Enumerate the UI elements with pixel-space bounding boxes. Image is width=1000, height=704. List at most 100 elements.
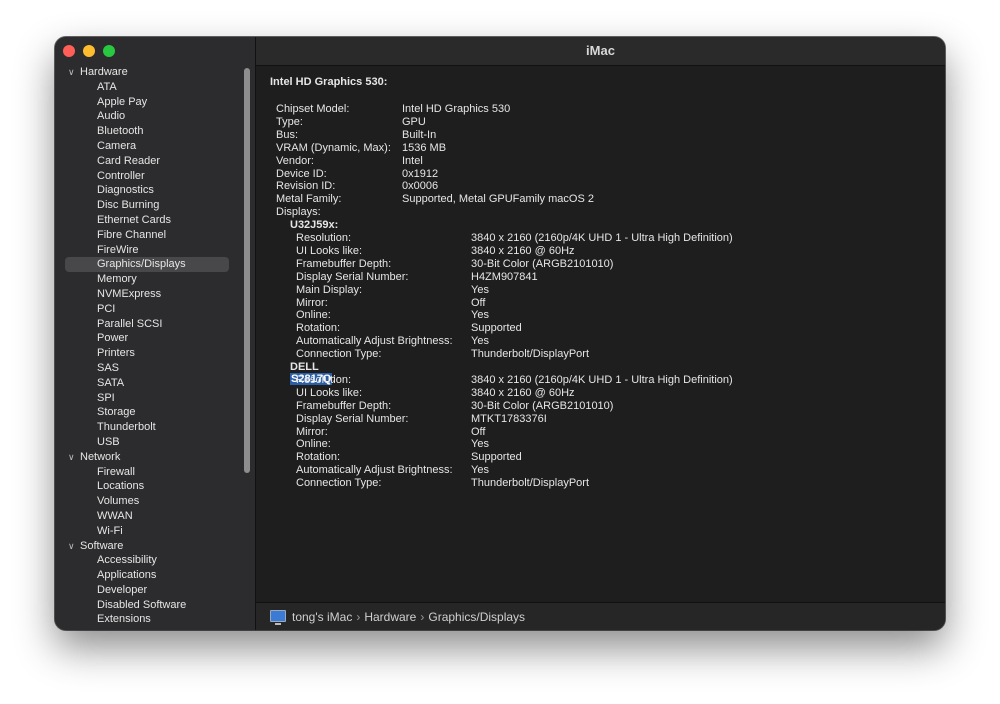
sidebar-item-accessibility[interactable]: Accessibility bbox=[55, 553, 243, 568]
property-key: Main Display: bbox=[296, 283, 363, 296]
close-button[interactable] bbox=[63, 45, 75, 57]
sidebar-tree: ∨ Hardware ATA Apple Pay Audio Bluetooth Camer… bbox=[55, 65, 243, 627]
property-key: UI Looks like: bbox=[296, 244, 363, 257]
property-row: Rotation: Supported bbox=[276, 322, 936, 335]
property-row: Type: GPU bbox=[276, 116, 936, 129]
display-name: U32J59x: bbox=[290, 219, 338, 231]
sidebar-item-diagnostics[interactable]: Diagnostics bbox=[55, 183, 243, 198]
property-value: Off bbox=[471, 425, 486, 438]
sidebar-item-ata[interactable]: ATA bbox=[55, 80, 243, 95]
display-name-prefix: U32J59x: bbox=[290, 219, 339, 232]
sidebar-group-network[interactable]: ∨ Network bbox=[55, 450, 243, 465]
property-value: 1536 MB bbox=[402, 141, 447, 154]
sidebar-item-apple-pay[interactable]: Apple Pay bbox=[55, 95, 243, 110]
property-row: Bus: Built-In bbox=[276, 129, 936, 142]
sidebar-item-wwan[interactable]: WWAN bbox=[55, 509, 243, 524]
sidebar: ∨ Hardware ATA Apple Pay Audio Bluetooth Camer… bbox=[55, 37, 256, 630]
property-row: Automatically Adjust Brightness: Yes bbox=[276, 335, 936, 348]
sidebar-item-sas[interactable]: SAS bbox=[55, 361, 243, 376]
sidebar-item-disc-burning[interactable]: Disc Burning bbox=[55, 198, 243, 213]
property-row: VRAM (Dynamic, Max): 1536 MB bbox=[276, 142, 936, 155]
property-key: Display Serial Number: bbox=[296, 270, 409, 283]
sidebar-item-spi[interactable]: SPI bbox=[55, 391, 243, 406]
sidebar-group-hardware[interactable]: ∨ Hardware bbox=[55, 65, 243, 80]
property-value: Supported, Metal GPUFamily macOS 2 bbox=[402, 193, 594, 206]
property-value: Off bbox=[471, 296, 486, 309]
property-row: Display Serial Number: H4ZM907841 bbox=[276, 271, 936, 284]
sidebar-item-printers[interactable]: Printers bbox=[55, 346, 243, 361]
sidebar-item-locations[interactable]: Locations bbox=[55, 479, 243, 494]
chevron-down-icon[interactable]: ∨ bbox=[68, 450, 80, 465]
sidebar-item-power[interactable]: Power bbox=[55, 331, 243, 346]
sidebar-item-nvmexpress[interactable]: NVMExpress bbox=[55, 287, 243, 302]
property-key: Automatically Adjust Brightness: bbox=[296, 335, 453, 348]
sidebar-item-sata[interactable]: SATA bbox=[55, 376, 243, 391]
property-key: Type: bbox=[276, 115, 303, 128]
property-row: Vendor: Intel bbox=[276, 155, 936, 168]
property-key: Resolution: bbox=[296, 232, 352, 244]
chevron-down-icon[interactable]: ∨ bbox=[68, 539, 80, 554]
sidebar-item-pci[interactable]: PCI bbox=[55, 302, 243, 317]
sidebar-item-firewire[interactable]: FireWire bbox=[55, 243, 243, 258]
property-value: Yes bbox=[471, 309, 489, 322]
sidebar-item-volumes[interactable]: Volumes bbox=[55, 494, 243, 509]
property-row: Connection Type: Thunderbolt/DisplayPort bbox=[276, 477, 936, 490]
sidebar-group-software[interactable]: ∨ Software bbox=[55, 539, 243, 554]
sidebar-item-disabled-software[interactable]: Disabled Software bbox=[55, 598, 243, 613]
chevron-down-icon[interactable]: ∨ bbox=[68, 65, 80, 80]
sidebar-item-ethernet-cards[interactable]: Ethernet Cards bbox=[55, 213, 243, 228]
property-value: Yes bbox=[471, 283, 489, 296]
property-value: 30-Bit Color (ARGB2101010) bbox=[471, 257, 614, 270]
property-row: Online: Yes bbox=[276, 438, 936, 451]
sidebar-scrollbar[interactable] bbox=[244, 68, 250, 473]
sidebar-item-graphics-displays[interactable]: Graphics/Displays bbox=[65, 257, 229, 273]
zoom-button[interactable] bbox=[103, 45, 115, 57]
breadcrumb-tong-s-imac[interactable]: tong's iMac bbox=[292, 610, 352, 624]
property-value: 3840 x 2160 (2160p/4K UHD 1 - Ultra High… bbox=[471, 232, 733, 244]
sidebar-item-applications[interactable]: Applications bbox=[55, 568, 243, 583]
property-row: Framebuffer Depth: 30-Bit Color (ARGB2101… bbox=[276, 400, 936, 413]
minimize-button[interactable] bbox=[83, 45, 95, 57]
property-value: 3840 x 2160 @ 60Hz bbox=[471, 244, 575, 257]
sidebar-item-usb[interactable]: USB bbox=[55, 435, 243, 450]
property-value: Thunderbolt/DisplayPort bbox=[471, 348, 590, 361]
property-value: 3840 x 2160 @ 60Hz bbox=[471, 386, 575, 399]
sidebar-item-storage[interactable]: Storage bbox=[55, 405, 243, 420]
property-value: 3840 x 2160 (2160p/4K UHD 1 - Ultra High… bbox=[471, 373, 733, 386]
sidebar-item-parallel-scsi[interactable]: Parallel SCSI bbox=[55, 317, 243, 332]
sidebar-item-camera[interactable]: Camera bbox=[55, 139, 243, 154]
property-key: Online: bbox=[296, 309, 331, 322]
property-key: Automatically Adjust Brightness: bbox=[296, 464, 453, 477]
sidebar-item-audio[interactable]: Audio bbox=[55, 109, 243, 124]
sidebar-item-memory[interactable]: Memory bbox=[55, 272, 243, 287]
property-key: Connection Type: bbox=[296, 477, 382, 490]
property-key: Displays: bbox=[276, 206, 321, 219]
property-row: Framebuffer Depth: 30-Bit Color (ARGB2101… bbox=[276, 258, 936, 271]
property-value: Yes bbox=[471, 438, 489, 451]
sidebar-item-developer[interactable]: Developer bbox=[55, 583, 243, 598]
sidebar-item-firewall[interactable]: Firewall bbox=[55, 465, 243, 480]
property-key: Online: bbox=[296, 438, 331, 451]
breadcrumb-hardware[interactable]: Hardware bbox=[364, 610, 416, 624]
property-key: Chipset Model: bbox=[276, 103, 350, 115]
path-bar: tong's iMac › Hardware › Graphics/Displays bbox=[256, 602, 945, 630]
property-row: Rotation: Supported bbox=[276, 451, 936, 464]
property-key: VRAM (Dynamic, Max): bbox=[276, 141, 391, 154]
sidebar-item-thunderbolt[interactable]: Thunderbolt bbox=[55, 420, 243, 435]
sidebar-item-bluetooth[interactable]: Bluetooth bbox=[55, 124, 243, 139]
detail-pane: Intel HD Graphics 530: Chipset Model: Int… bbox=[256, 66, 945, 602]
property-key: Framebuffer Depth: bbox=[296, 399, 392, 412]
sidebar-item-extensions[interactable]: Extensions bbox=[55, 612, 243, 627]
property-row: Main Display: Yes bbox=[276, 284, 936, 297]
property-value: H4ZM907841 bbox=[471, 270, 538, 283]
sidebar-item-fibre-channel[interactable]: Fibre Channel bbox=[55, 228, 243, 243]
property-value: 30-Bit Color (ARGB2101010) bbox=[471, 399, 614, 412]
sidebar-group-label: Hardware bbox=[80, 66, 128, 78]
sidebar-item-wi-fi[interactable]: Wi-Fi bbox=[55, 524, 243, 539]
breadcrumb-graphics-displays[interactable]: Graphics/Displays bbox=[428, 610, 525, 624]
sidebar-item-controller[interactable]: Controller bbox=[55, 169, 243, 184]
property-value: Intel bbox=[402, 154, 423, 167]
property-row: Mirror: Off bbox=[276, 297, 936, 310]
property-value: Yes bbox=[471, 335, 489, 348]
sidebar-item-card-reader[interactable]: Card Reader bbox=[55, 154, 243, 169]
